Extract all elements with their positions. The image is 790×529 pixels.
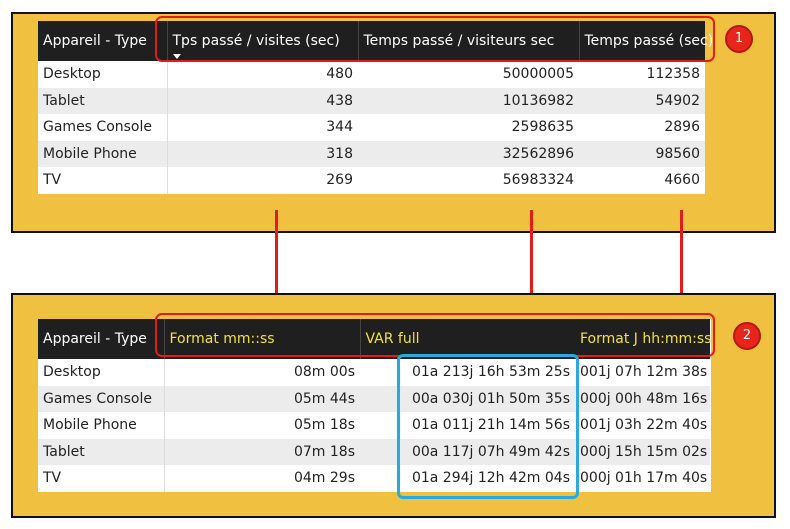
cell-device: Games Console: [38, 385, 165, 412]
header-highlight-box-2: [155, 313, 715, 357]
cell-value: 50000005: [358, 61, 579, 88]
cell-device: Tablet: [38, 438, 165, 465]
down-arrow-icon: [269, 210, 283, 305]
cell-value: 001j 07h 12m 38s: [575, 359, 710, 386]
cell-value: 05m 18s: [164, 412, 360, 439]
cell-device: Mobile Phone: [38, 412, 165, 439]
cell-value: 2598635: [358, 114, 579, 141]
cell-device: Mobile Phone: [38, 140, 168, 167]
table-row: Desktop 08m 00s 01a 213j 16h 53m 25s 001…: [38, 359, 710, 386]
cell-value: 10136982: [358, 87, 579, 114]
cell-value: 480: [167, 61, 358, 88]
table-row: Desktop 480 50000005 112358: [38, 61, 705, 88]
cell-value: 08m 00s: [164, 359, 360, 386]
cell-device: Desktop: [38, 61, 168, 88]
cell-value: 112358: [579, 61, 705, 88]
cell-value: 07m 18s: [164, 438, 360, 465]
cell-value: 000j 15h 15m 02s: [575, 438, 710, 465]
cell-device: TV: [38, 167, 168, 194]
table-row: Games Console 344 2598635 2896: [38, 114, 705, 141]
cell-device: Games Console: [38, 114, 168, 141]
table-row: Mobile Phone 05m 18s 01a 011j 21h 14m 56…: [38, 412, 710, 439]
cell-device: Tablet: [38, 87, 168, 114]
cell-value: 56983324: [358, 167, 579, 194]
down-arrow-icon: [524, 210, 538, 305]
cell-value: 32562896: [358, 140, 579, 167]
table-row: Mobile Phone 318 32562896 98560: [38, 140, 705, 167]
cell-value: 05m 44s: [164, 385, 360, 412]
cell-value: 54902: [579, 87, 705, 114]
cell-value: 000j 00h 48m 16s: [575, 385, 710, 412]
cell-value: 001j 03h 22m 40s: [575, 412, 710, 439]
cell-value: 318: [167, 140, 358, 167]
table-row: TV 04m 29s 01a 294j 12h 42m 04s 000j 01h…: [38, 465, 710, 492]
table-row: TV 269 56983324 4660: [38, 167, 705, 194]
cell-value: 344: [167, 114, 358, 141]
cell-value: 2896: [579, 114, 705, 141]
column-header-device-type[interactable]: Appareil - Type: [38, 319, 165, 359]
badge-2: 2: [733, 322, 761, 350]
table-row: Games Console 05m 44s 00a 030j 01h 50m 3…: [38, 385, 710, 412]
cell-value: 4660: [579, 167, 705, 194]
cell-value: 04m 29s: [164, 465, 360, 492]
cell-device: Desktop: [38, 359, 165, 386]
header-highlight-box-1: [155, 16, 715, 62]
cell-value: 438: [167, 87, 358, 114]
cell-device: TV: [38, 465, 165, 492]
var-full-highlight-box: [397, 354, 579, 499]
cell-value: 98560: [579, 140, 705, 167]
table-row: Tablet 07m 18s 00a 117j 07h 49m 42s 000j…: [38, 438, 710, 465]
down-arrow-icon: [674, 210, 688, 305]
column-header-device-type[interactable]: Appareil - Type: [38, 21, 168, 61]
badge-1: 1: [725, 25, 753, 53]
cell-value: 000j 01h 17m 40s: [575, 465, 710, 492]
cell-value: 269: [167, 167, 358, 194]
table-row: Tablet 438 10136982 54902: [38, 87, 705, 114]
